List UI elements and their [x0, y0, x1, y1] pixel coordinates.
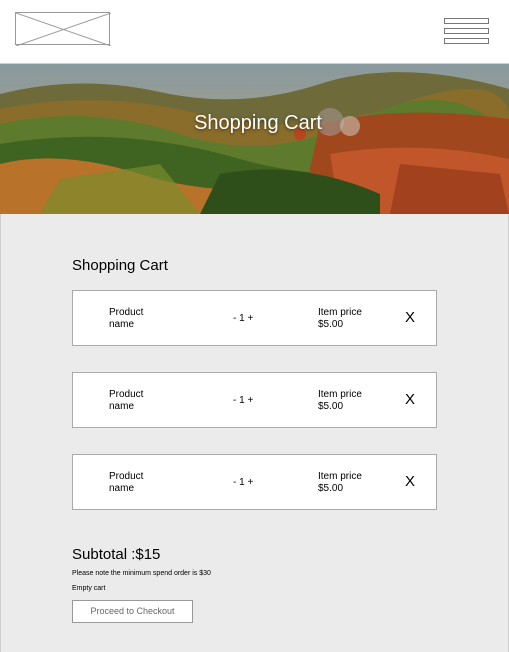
item-price-value: $5.00	[318, 483, 344, 494]
hero-landscape-image	[0, 64, 509, 214]
cart-item: Product name - 1 + Item price $5.00 X	[72, 372, 437, 428]
qty-decrease-button[interactable]: -	[233, 313, 236, 324]
item-price: Item price $5.00	[318, 389, 362, 413]
site-header	[0, 0, 509, 64]
qty-increase-button[interactable]: +	[247, 313, 253, 324]
product-name[interactable]: Product name	[109, 471, 169, 495]
qty-value: 1	[239, 395, 245, 406]
proceed-to-checkout-button[interactable]: Proceed to Checkout	[72, 600, 193, 623]
qty-increase-button[interactable]: +	[247, 477, 253, 488]
menu-bar	[444, 18, 489, 24]
menu-bar	[444, 38, 489, 44]
item-price: Item price $5.00	[318, 307, 362, 331]
cart-item: Product name - 1 + Item price $5.00 X	[72, 454, 437, 510]
quantity-stepper: - 1 +	[233, 313, 253, 324]
item-price: Item price $5.00	[318, 471, 362, 495]
remove-item-button[interactable]: X	[405, 473, 415, 490]
hero-title: Shopping Cart	[194, 112, 322, 134]
qty-decrease-button[interactable]: -	[233, 477, 236, 488]
qty-decrease-button[interactable]: -	[233, 395, 236, 406]
product-name[interactable]: Product name	[109, 389, 169, 413]
minimum-spend-note: Please note the minimum spend order is $…	[72, 570, 211, 577]
menu-bar	[444, 28, 489, 34]
cart-item: Product name - 1 + Item price $5.00 X	[72, 290, 437, 346]
hero-banner: Shopping Cart	[0, 64, 509, 214]
remove-item-button[interactable]: X	[405, 309, 415, 326]
quantity-stepper: - 1 +	[233, 395, 253, 406]
item-price-value: $5.00	[318, 319, 344, 330]
hamburger-menu-icon[interactable]	[444, 18, 490, 45]
item-price-label: Item price	[318, 307, 362, 318]
remove-item-button[interactable]: X	[405, 391, 415, 408]
item-price-value: $5.00	[318, 401, 344, 412]
logo-placeholder-icon[interactable]	[15, 12, 111, 46]
qty-increase-button[interactable]: +	[247, 395, 253, 406]
product-name[interactable]: Product name	[109, 307, 169, 331]
quantity-stepper: - 1 +	[233, 477, 253, 488]
cart-heading: Shopping Cart	[72, 257, 168, 274]
item-price-label: Item price	[318, 471, 362, 482]
qty-value: 1	[239, 477, 245, 488]
empty-cart-link[interactable]: Empty cart	[72, 585, 105, 592]
item-price-label: Item price	[318, 389, 362, 400]
qty-value: 1	[239, 313, 245, 324]
subtotal: Subtotal :$15	[72, 546, 161, 563]
